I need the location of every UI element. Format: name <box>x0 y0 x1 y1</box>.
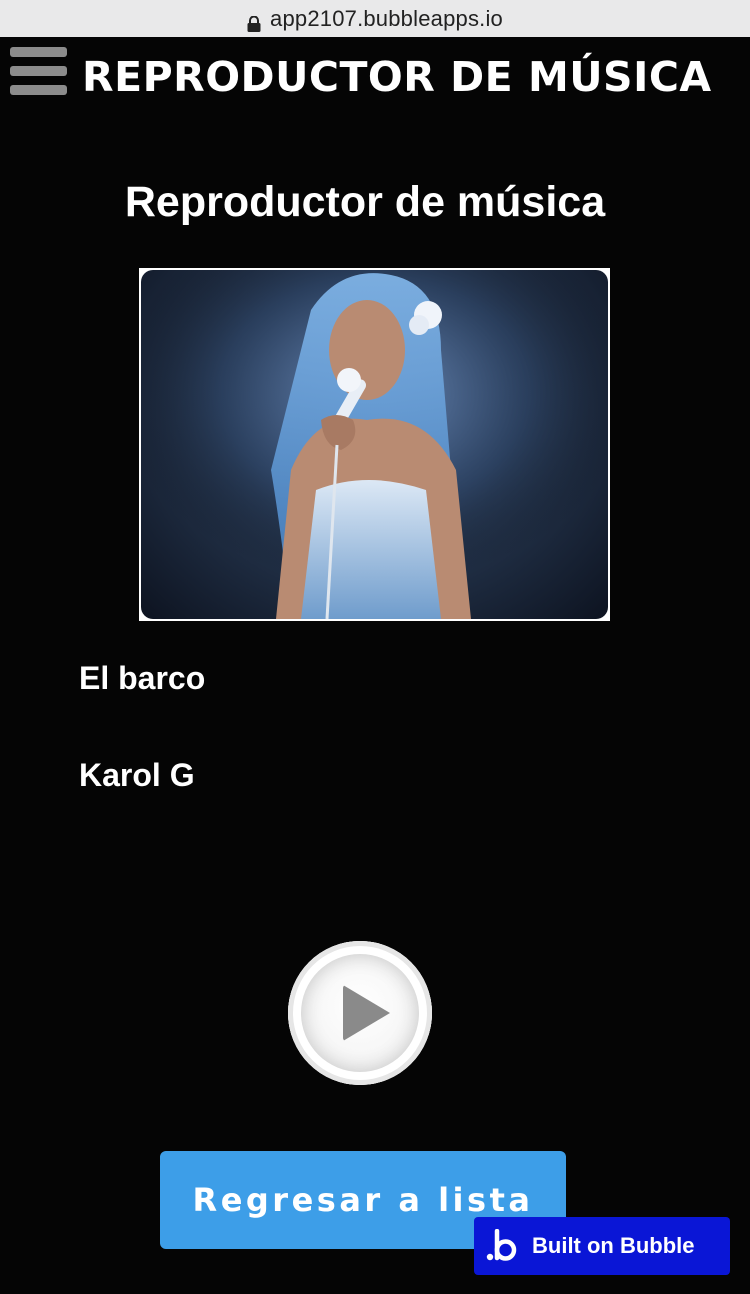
album-cover <box>139 268 610 621</box>
built-on-bubble-badge[interactable]: Built on Bubble <box>474 1217 730 1275</box>
play-button[interactable] <box>288 941 432 1085</box>
lock-icon <box>247 12 261 32</box>
bubble-logo-icon <box>486 1228 518 1263</box>
play-icon <box>343 985 390 1041</box>
app-header: REPRODUCTOR DE MÚSICA <box>0 37 750 127</box>
album-cover-image <box>141 270 608 619</box>
hamburger-menu-icon[interactable] <box>10 47 67 97</box>
browser-url-bar[interactable]: app2107.bubbleapps.io <box>0 0 750 37</box>
app-title: REPRODUCTOR DE MÚSICA <box>82 53 712 101</box>
page-heading: Reproductor de música <box>124 178 606 226</box>
badge-label: Built on Bubble <box>532 1233 695 1258</box>
artist-name: Karol G <box>79 757 195 793</box>
url-text: app2107.bubbleapps.io <box>270 5 503 31</box>
song-title: El barco <box>79 660 206 696</box>
